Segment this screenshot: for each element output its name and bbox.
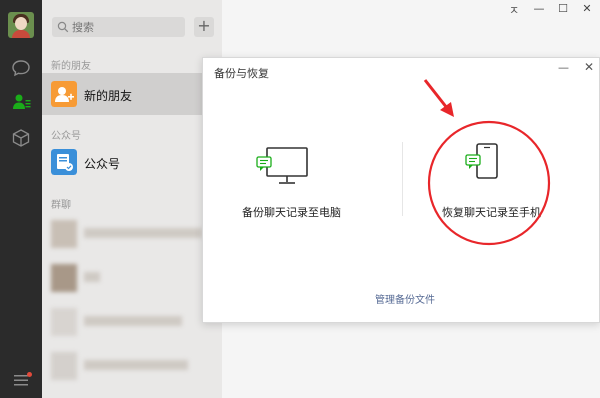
backup-to-pc-label: 备份聊天记录至电脑 [242,206,341,219]
official-accounts-header: 公众号 [51,131,81,142]
computer-icon [256,147,308,184]
new-friend-icon [51,81,77,107]
maximize-button[interactable]: ☐ [553,2,573,15]
pin-button[interactable]: ㅈ [504,2,524,18]
manage-backup-files-link[interactable]: 管理备份文件 [375,291,435,306]
chat-icon[interactable] [11,58,31,78]
search-input[interactable] [72,19,180,35]
dialog-title: 备份与恢复 [214,67,269,80]
list-item[interactable] [42,300,222,344]
avatar[interactable] [8,12,34,38]
contact-item-official-accounts[interactable]: 公众号 [42,141,222,183]
backup-restore-dialog: 备份与恢复 — ✕ 备份聊天记录至电脑 恢复聊天记录至手机 管理备份文件 [202,57,600,323]
restore-to-phone-option[interactable]: 恢复聊天记录至手机 [431,138,571,222]
list-item[interactable] [42,256,222,300]
close-button[interactable]: ✕ [577,2,597,15]
dialog-close-button[interactable]: ✕ [584,60,594,74]
official-account-icon [51,149,77,175]
list-item[interactable] [42,212,222,256]
official-accounts-label: 公众号 [84,157,121,171]
box-icon[interactable] [11,128,31,148]
minimize-button[interactable]: — [529,2,549,15]
contact-item-new-friends[interactable]: 新的朋友 [42,73,222,115]
new-friends-header: 新的朋友 [51,61,91,72]
new-friends-label: 新的朋友 [84,89,133,103]
notification-dot [27,372,32,377]
divider [402,142,403,216]
contact-panel: + 新的朋友 新的朋友 公众号 公众号 群聊 [42,0,222,398]
list-item[interactable] [42,344,222,388]
search-icon [57,21,69,33]
group-chats-header: 群聊 [51,200,71,211]
dialog-minimize-button[interactable]: — [558,61,569,74]
backup-to-pc-option[interactable]: 备份聊天记录至电脑 [233,142,373,222]
add-button[interactable]: + [194,17,214,37]
phone-icon [465,143,498,179]
search-box[interactable] [52,17,185,37]
contacts-icon[interactable] [11,92,31,112]
restore-to-phone-label: 恢复聊天记录至手机 [442,206,541,219]
icon-rail [0,0,42,398]
